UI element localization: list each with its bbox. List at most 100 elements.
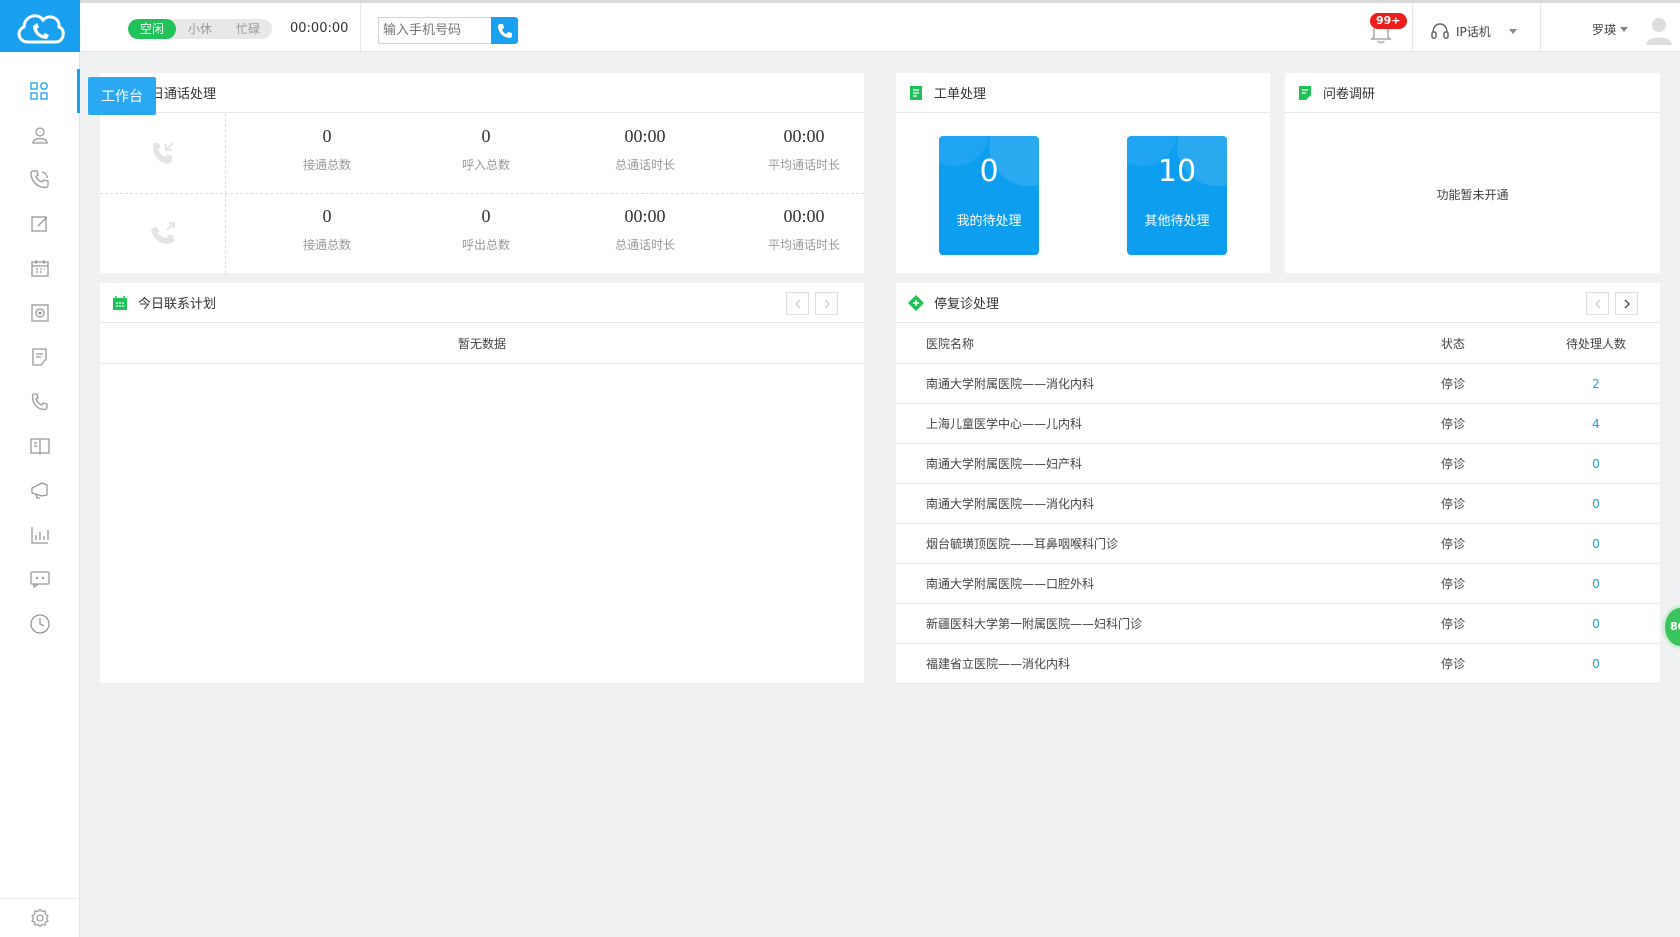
chevron-left-icon (794, 299, 800, 308)
pending-count-link[interactable]: 4 (1556, 404, 1636, 444)
chevron-right-icon (1624, 299, 1630, 308)
sidebar-item-user[interactable] (0, 113, 80, 157)
status-cell: 停诊 (1441, 457, 1466, 471)
status-cell: 停诊 (1441, 657, 1466, 671)
sidebar-settings[interactable] (0, 898, 80, 937)
status-idle[interactable]: 空闲 (128, 19, 177, 39)
next-page-button[interactable] (1615, 292, 1638, 315)
next-page-button[interactable] (815, 292, 838, 315)
avatar[interactable] (1645, 15, 1673, 45)
table-row[interactable]: 新疆医科大学第一附属医院——妇科门诊 停诊 0 (896, 604, 1660, 644)
dial-button[interactable] (491, 17, 518, 44)
panel-title: 今日联系计划 (138, 297, 217, 312)
my-pending-tile[interactable]: 0 我的待处理 (939, 136, 1039, 255)
ip-phone-selector[interactable]: IP话机 (1430, 21, 1517, 41)
stat-label: 总通话时长 (614, 238, 675, 252)
sidebar-item-edit[interactable] (0, 202, 80, 246)
chevron-down-icon (1620, 27, 1629, 32)
table-row[interactable]: 烟台毓璜顶医院——耳鼻咽喉科门诊 停诊 0 (896, 524, 1660, 564)
pending-count-link[interactable]: 0 (1556, 564, 1636, 604)
hospital-name: 新疆医科大学第一附属医院——妇科门诊 (926, 617, 1143, 631)
dashboard-icon (29, 82, 48, 100)
phone-icon (497, 23, 512, 38)
panel-title: 停复诊处理 (934, 297, 1000, 312)
stat-item: 00:00 总通话时长 (565, 124, 725, 173)
panel-header: 停复诊处理 (896, 283, 1660, 323)
stat-label: 呼出总数 (461, 238, 510, 252)
sidebar-item-calendar[interactable] (0, 246, 80, 290)
others-pending-tile[interactable]: 10 其他待处理 (1127, 136, 1227, 255)
chevron-right-icon (824, 299, 830, 308)
table-row[interactable]: 南通大学附属医院——妇产科 停诊 0 (896, 444, 1660, 484)
survey-message: 功能暂未开通 (1436, 188, 1509, 202)
sidebar-item-calls[interactable] (0, 158, 80, 202)
sidebar-item-notes[interactable] (0, 335, 80, 379)
hospital-name: 南通大学附属医院——口腔外科 (926, 577, 1095, 591)
app-logo[interactable] (0, 0, 80, 55)
prev-page-button[interactable] (1586, 292, 1609, 315)
phone-icon (31, 393, 48, 411)
table-row[interactable]: 南通大学附属医院——消化内科 停诊 0 (896, 484, 1660, 524)
tile-label: 我的待处理 (956, 214, 1022, 229)
sidebar-item-broadcast[interactable] (0, 468, 80, 512)
tile-label: 其他待处理 (1144, 214, 1210, 229)
call-stats-panel: 今日通话处理 0 接通总数 0 呼入总数 00:00 总通话时长 00:00 平… (100, 73, 864, 274)
agent-status-switch: 空闲 小休 忙碌 (128, 19, 273, 39)
stat-label: 平均通话时长 (767, 238, 840, 252)
sidebar-item-phone[interactable] (0, 380, 80, 424)
sidebar-item-messages[interactable] (0, 557, 80, 601)
diamond-plus-icon (908, 294, 924, 311)
stat-value: 0 (481, 126, 491, 146)
incoming-stats-row: 0 接通总数 0 呼入总数 00:00 总通话时长 00:00 平均通话时长 (100, 114, 864, 194)
panel-title: 工单处理 (934, 87, 987, 102)
table-row[interactable]: 福建省立医院——消化内科 停诊 0 (896, 644, 1660, 684)
clinic-suspension-panel: 停复诊处理 医院名称 状态 待处理人数 南通大学附属医院——消化内科 停诊 2 上海儿… (896, 283, 1660, 684)
status-break[interactable]: 小休 (176, 19, 224, 39)
pending-count-link[interactable]: 0 (1556, 484, 1636, 524)
status-cell: 停诊 (1441, 617, 1466, 631)
pending-count-link[interactable]: 0 (1556, 604, 1636, 644)
pending-count-link[interactable]: 0 (1556, 644, 1636, 684)
chat-icon (30, 571, 50, 589)
pending-count-link[interactable]: 2 (1556, 364, 1636, 404)
sidebar (0, 52, 80, 937)
gear-icon (31, 908, 49, 928)
ticket-panel: 工单处理 0 我的待处理 10 其他待处理 (896, 73, 1270, 273)
phone-number-input[interactable] (378, 17, 491, 44)
panel-title: 问卷调研 (1323, 87, 1376, 102)
status-busy[interactable]: 忙碌 (224, 19, 272, 39)
sidebar-item-dashboard[interactable] (0, 69, 80, 113)
sidebar-item-knowledge[interactable] (0, 424, 80, 468)
chevron-down-icon (1508, 28, 1517, 34)
column-header: 状态 (1441, 337, 1466, 351)
panel-header: 今日通话处理 (100, 73, 864, 113)
notes-icon (32, 348, 47, 366)
hospital-name: 烟台毓璜顶医院——耳鼻咽喉科门诊 (926, 537, 1119, 551)
stat-item: 0 呼入总数 (406, 124, 566, 173)
status-cell: 停诊 (1441, 417, 1466, 431)
stat-value: 00:00 (783, 206, 825, 226)
status-cell: 停诊 (1441, 577, 1466, 591)
prev-page-button[interactable] (786, 292, 809, 315)
user-menu[interactable]: 罗瑛 (1592, 21, 1629, 38)
pending-count-link[interactable]: 0 (1556, 444, 1636, 484)
calendar-icon (31, 260, 49, 277)
pending-count-link[interactable]: 0 (1556, 524, 1636, 564)
column-header: 待处理人数 (1566, 337, 1627, 351)
outgoing-call-icon (100, 194, 226, 274)
sidebar-item-history[interactable] (0, 602, 80, 646)
panel-header: 今日联系计划 (100, 283, 864, 323)
settings-box-icon (31, 304, 49, 322)
ip-phone-label: IP话机 (1456, 24, 1491, 39)
sidebar-item-reports[interactable] (0, 513, 80, 557)
table-row[interactable]: 南通大学附属医院——消化内科 停诊 2 (896, 364, 1660, 404)
calendar-icon (113, 295, 127, 310)
floating-assistant-button[interactable]: 80 (1662, 605, 1680, 649)
table-row[interactable]: 南通大学附属医院——口腔外科 停诊 0 (896, 564, 1660, 604)
sidebar-item-settings-box[interactable] (0, 291, 80, 335)
stat-value: 00:00 (624, 126, 666, 146)
table-row[interactable]: 上海儿童医学中心——儿内科 停诊 4 (896, 404, 1660, 444)
stat-item: 00:00 总通话时长 (565, 204, 725, 253)
user-name: 罗瑛 (1592, 23, 1617, 37)
user-icon (32, 127, 48, 144)
